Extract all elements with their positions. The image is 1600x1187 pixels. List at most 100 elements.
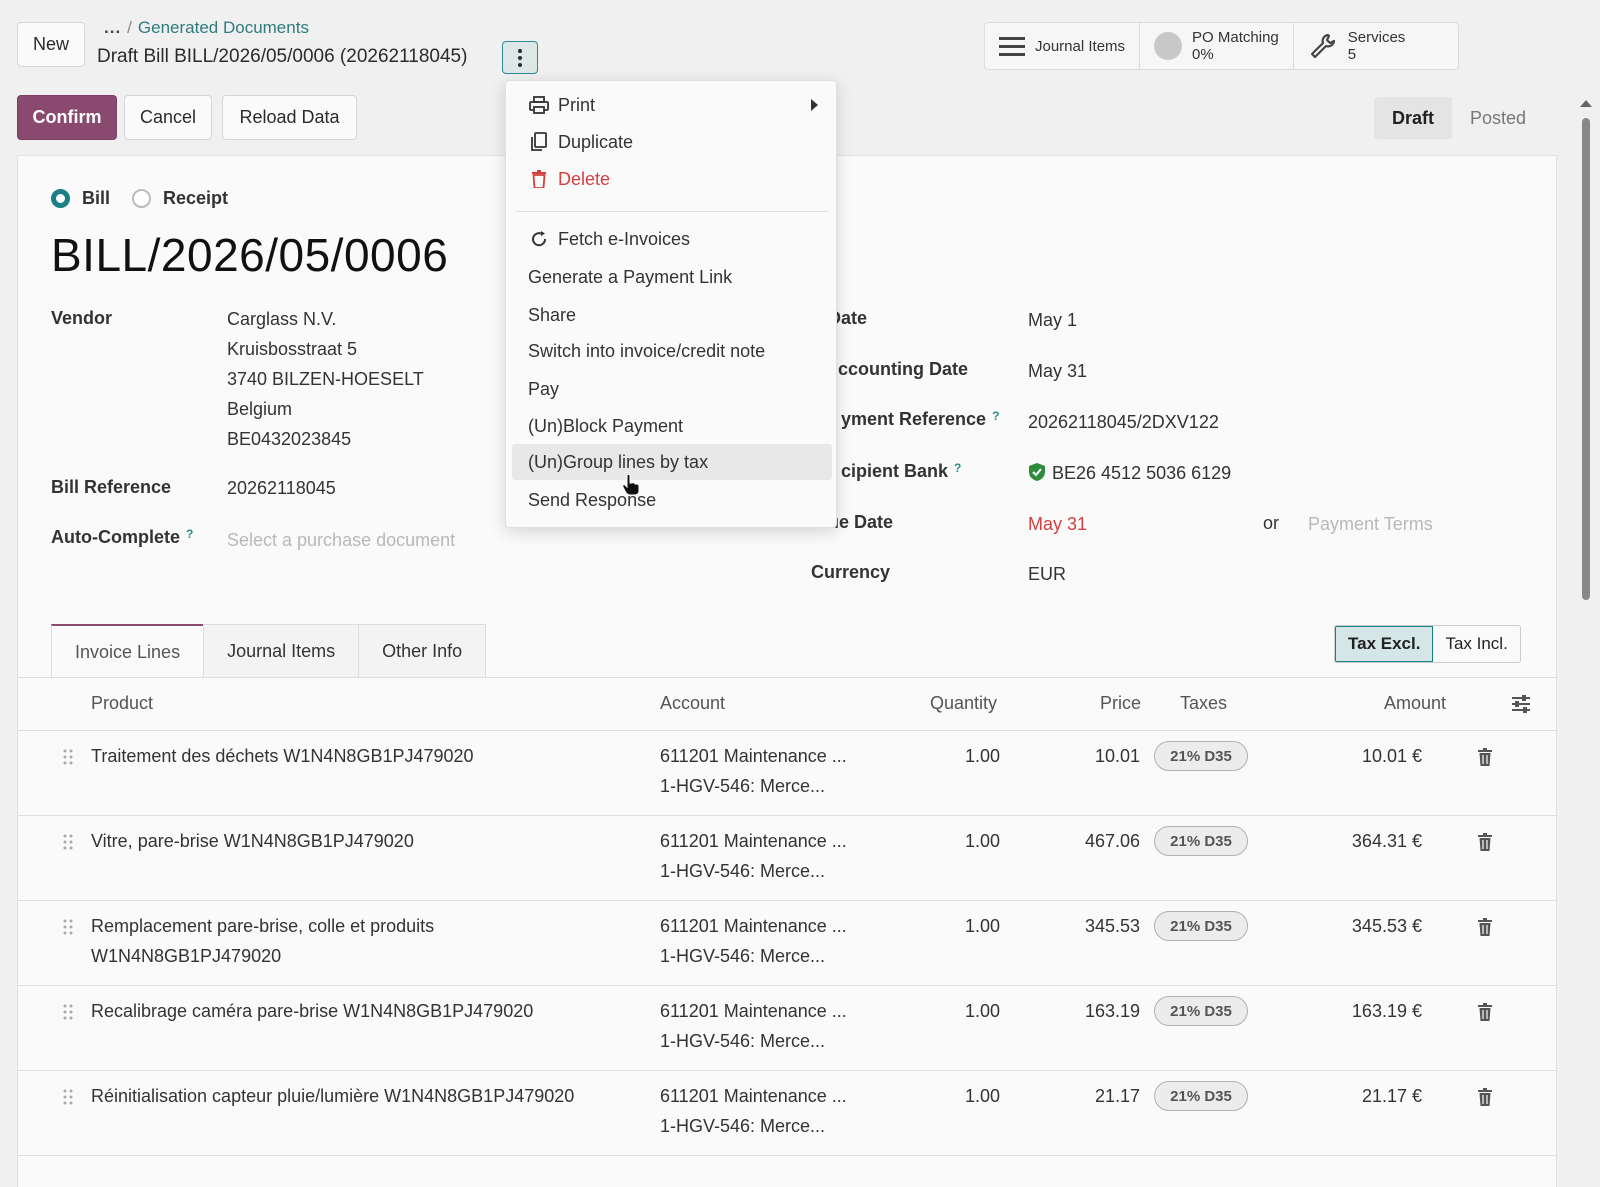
line-analytic: 1-HGV-546: Merce... [660, 946, 826, 966]
line-tax-badge[interactable]: 21% D35 [1154, 826, 1248, 856]
trash-icon[interactable] [1477, 1003, 1493, 1021]
breadcrumb-parent-link[interactable]: Generated Documents [138, 18, 309, 38]
po-matching-button[interactable]: PO Matching 0% [1140, 23, 1294, 69]
radio-receipt-label[interactable]: Receipt [163, 188, 228, 209]
line-tax-badge[interactable]: 21% D35 [1154, 741, 1248, 771]
drag-handle-icon[interactable] [63, 919, 73, 935]
bill-date-input[interactable]: May 1 [1028, 310, 1077, 331]
line-product[interactable]: Traitement des déchets W1N4N8GB1PJ479020 [91, 741, 474, 771]
trash-icon[interactable] [1477, 1088, 1493, 1106]
cancel-button[interactable]: Cancel [124, 95, 212, 140]
new-button[interactable]: New [17, 22, 85, 67]
line-quantity[interactable]: 1.00 [918, 996, 1000, 1026]
line-account[interactable]: 611201 Maintenance ... 1-HGV-546: Merce..… [660, 1081, 847, 1141]
line-amount: 21.17 € [1361, 1086, 1422, 1106]
column-amount[interactable]: Amount [1384, 693, 1446, 714]
menu-ungroup-lines-by-tax[interactable]: (Un)Group lines by tax [512, 444, 832, 480]
divider [18, 1070, 1558, 1071]
drag-handle-icon[interactable] [63, 1004, 73, 1020]
column-product[interactable]: Product [91, 693, 153, 714]
vendor-country: Belgium [227, 399, 293, 419]
line-account[interactable]: 611201 Maintenance ... 1-HGV-546: Merce..… [660, 911, 847, 971]
line-price[interactable]: 467.06 [1058, 826, 1140, 856]
column-settings-icon[interactable] [1510, 694, 1532, 714]
menu-delete[interactable]: Delete [506, 161, 838, 197]
line-quantity[interactable]: 1.00 [918, 826, 1000, 856]
journal-items-button[interactable]: Journal Items [985, 23, 1141, 69]
status-posted[interactable]: Posted [1452, 97, 1544, 139]
actions-menu-button[interactable] [502, 41, 538, 74]
line-amount: 10.01 € [1361, 746, 1422, 766]
scroll-up-arrow-icon[interactable] [1580, 100, 1592, 107]
line-account[interactable]: 611201 Maintenance ... 1-HGV-546: Merce..… [660, 741, 847, 801]
menu-pay[interactable]: Pay [506, 371, 838, 407]
menu-switch-invoice-credit-note[interactable]: Switch into invoice/credit note [506, 333, 838, 369]
column-account[interactable]: Account [660, 693, 725, 714]
divider [18, 1155, 1558, 1156]
currency-input[interactable]: EUR [1028, 564, 1066, 585]
help-icon[interactable]: ? [992, 409, 999, 423]
line-tax-badge[interactable]: 21% D35 [1154, 911, 1248, 941]
bill-name: BILL/2026/05/0006 [51, 229, 449, 281]
line-quantity[interactable]: 1.00 [918, 741, 1000, 771]
help-icon[interactable]: ? [954, 461, 961, 475]
menu-duplicate[interactable]: Duplicate [506, 124, 838, 160]
help-icon[interactable]: ? [186, 527, 193, 541]
tab-other-info[interactable]: Other Info [358, 624, 487, 678]
line-quantity[interactable]: 1.00 [918, 911, 1000, 941]
trash-icon[interactable] [1477, 748, 1493, 766]
menu-fetch-einvoices[interactable]: Fetch e-Invoices [506, 221, 838, 257]
line-tax-badge[interactable]: 21% D35 [1154, 1081, 1248, 1111]
line-price[interactable]: 21.17 [1058, 1081, 1140, 1111]
bill-reference-input[interactable]: 20262118045 [227, 478, 336, 499]
auto-complete-input[interactable]: Select a purchase document [227, 530, 455, 551]
vendor-name[interactable]: Carglass N.V. [227, 304, 424, 334]
line-account[interactable]: 611201 Maintenance ... 1-HGV-546: Merce..… [660, 996, 847, 1056]
tax-included-button[interactable]: Tax Incl. [1433, 626, 1519, 662]
drag-handle-icon[interactable] [63, 1089, 73, 1105]
vendor-field[interactable]: Carglass N.V. Kruisbosstraat 5 3740 BILZ… [227, 304, 424, 454]
line-tax-badge[interactable]: 21% D35 [1154, 996, 1248, 1026]
column-price[interactable]: Price [1100, 693, 1141, 714]
recipient-bank-input[interactable]: BE26 4512 5036 6129 [1028, 462, 1231, 484]
line-product[interactable]: Réinitialisation capteur pluie/lumière W… [91, 1081, 574, 1111]
line-product[interactable]: Vitre, pare-brise W1N4N8GB1PJ479020 [91, 826, 414, 856]
column-taxes[interactable]: Taxes [1180, 693, 1227, 714]
kebab-icon [518, 48, 522, 67]
confirm-button[interactable]: Confirm [17, 95, 117, 140]
line-quantity[interactable]: 1.00 [918, 1081, 1000, 1111]
services-button[interactable]: Services 5 [1294, 23, 1420, 69]
radio-receipt[interactable] [132, 189, 152, 208]
tax-excluded-button[interactable]: Tax Excl. [1335, 626, 1434, 662]
menu-generate-payment-link[interactable]: Generate a Payment Link [506, 259, 838, 295]
line-account[interactable]: 611201 Maintenance ... 1-HGV-546: Merce..… [660, 826, 847, 886]
drag-handle-icon[interactable] [63, 749, 73, 765]
radio-bill[interactable] [51, 189, 70, 208]
menu-unblock-payment[interactable]: (Un)Block Payment [506, 408, 838, 444]
drag-handle-icon[interactable] [63, 834, 73, 850]
trash-icon[interactable] [1477, 833, 1493, 851]
line-price[interactable]: 163.19 [1058, 996, 1140, 1026]
status-draft[interactable]: Draft [1374, 97, 1453, 139]
breadcrumb-more[interactable]: ... [104, 18, 121, 38]
radio-bill-label[interactable]: Bill [82, 188, 110, 209]
breadcrumb: ... / Generated Documents [104, 18, 309, 38]
line-product[interactable]: Recalibrage caméra pare-brise W1N4N8GB1P… [91, 996, 533, 1026]
menu-share[interactable]: Share [506, 297, 838, 333]
payment-terms-input[interactable]: Payment Terms [1308, 514, 1433, 535]
reload-data-button[interactable]: Reload Data [222, 95, 357, 140]
vertical-scrollbar[interactable] [1582, 118, 1590, 600]
line-amount: 364.31 € [1351, 831, 1422, 851]
line-price[interactable]: 345.53 [1058, 911, 1140, 941]
menu-send-response[interactable]: Send Response [506, 482, 838, 518]
tab-journal-items[interactable]: Journal Items [203, 624, 360, 678]
line-price[interactable]: 10.01 [1058, 741, 1140, 771]
tab-invoice-lines[interactable]: Invoice Lines [51, 624, 205, 678]
accounting-date-input[interactable]: May 31 [1028, 361, 1087, 382]
menu-print[interactable]: Print [506, 87, 838, 123]
payment-reference-input[interactable]: 20262118045/2DXV122 [1028, 412, 1219, 433]
trash-icon[interactable] [1477, 918, 1493, 936]
due-date-input[interactable]: May 31 [1028, 514, 1087, 535]
line-product[interactable]: Remplacement pare-brise, colle et produi… [91, 911, 434, 971]
column-quantity[interactable]: Quantity [930, 693, 997, 714]
